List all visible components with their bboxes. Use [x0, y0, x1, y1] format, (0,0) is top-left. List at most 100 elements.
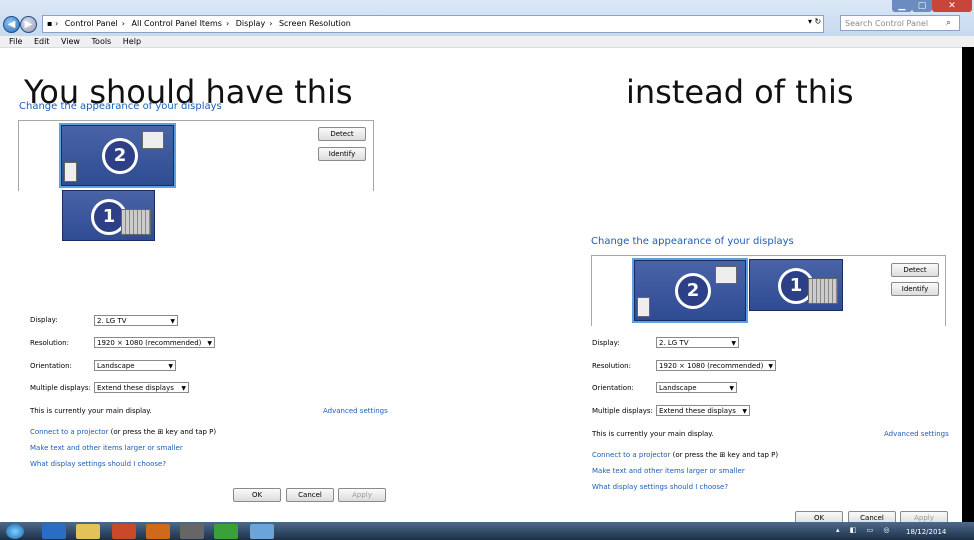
menu-file[interactable]: File [9, 37, 22, 46]
ie-icon[interactable] [42, 524, 66, 539]
detect-button[interactable]: Detect [891, 263, 939, 277]
menu-edit[interactable]: Edit [34, 37, 50, 46]
resolution-label: Resolution: [30, 339, 69, 347]
which-settings-link[interactable]: What display settings should I choose? [30, 460, 166, 468]
text-larger-link[interactable]: Make text and other items larger or smal… [592, 467, 745, 475]
windows-key-icon: ⊞ [719, 451, 726, 459]
projector-tail: (or press the [110, 428, 156, 436]
breadcrumb-display[interactable]: Display [236, 19, 266, 28]
keypad-icon [808, 278, 838, 304]
panel-heading: Change the appearance of your displays [19, 101, 222, 112]
media-player-icon[interactable] [146, 524, 170, 539]
menu-tools[interactable]: Tools [92, 37, 112, 46]
caption-right: instead of this [626, 73, 854, 111]
chevron-down-icon: ▼ [170, 318, 175, 325]
taskbar: ▴ ◧ ▭ ◎ 18/12/2014 [0, 522, 974, 540]
start-icon[interactable] [6, 524, 24, 539]
advanced-settings-link[interactable]: Advanced settings [323, 407, 388, 415]
search-icon[interactable]: ⌕ [946, 18, 951, 28]
tower-icon [637, 297, 650, 317]
monitor-2[interactable]: 2 [632, 258, 748, 323]
chevron-down-icon: ▼ [181, 385, 186, 392]
app-icon[interactable] [180, 524, 204, 539]
keypad-icon [121, 209, 151, 235]
maximize-icon[interactable]: ▢ [912, 0, 932, 12]
back-icon[interactable]: ◀ [3, 16, 20, 33]
monitor-2[interactable]: 2 [59, 123, 176, 188]
orientation-select[interactable]: Landscape ▼ [94, 360, 176, 371]
explorer-icon[interactable] [76, 524, 100, 539]
advanced-settings-link[interactable]: Advanced settings [884, 430, 949, 438]
display-select[interactable]: 2. LG TV ▼ [94, 315, 178, 326]
panel-heading: Change the appearance of your displays [591, 236, 794, 247]
windows-key-icon: ⊞ [157, 428, 164, 436]
menu-view[interactable]: View [61, 37, 80, 46]
menu-bar: File Edit View Tools Help [0, 36, 974, 48]
tower-icon [64, 162, 77, 182]
projector-row: Connect to a projector (or press the ⊞ k… [592, 451, 778, 459]
minimize-icon[interactable]: ▁ [892, 0, 912, 12]
multiple-displays-value: Extend these displays [97, 384, 174, 392]
display-select[interactable]: 2. LG TV ▼ [656, 337, 739, 348]
forward-icon[interactable]: ▶ [20, 16, 37, 33]
multiple-displays-select[interactable]: Extend these displays ▼ [656, 405, 750, 416]
address-bar[interactable]: ▪ › Control Panel › All Control Panel Ite… [42, 15, 824, 33]
display-value: 2. LG TV [659, 339, 689, 347]
resolution-select[interactable]: 1920 × 1080 (recommended) ▼ [656, 360, 776, 371]
screen-edge [962, 47, 974, 522]
identify-button[interactable]: Identify [318, 147, 366, 161]
monitor-number: 2 [102, 138, 138, 174]
projector-tail2: key and tap P) [165, 428, 217, 436]
projector-tail2: key and tap P) [727, 451, 779, 459]
main-display-text: This is currently your main display. [592, 430, 714, 438]
orientation-select[interactable]: Landscape ▼ [656, 382, 737, 393]
projector-link[interactable]: Connect to a projector [592, 451, 670, 459]
projector-tail: (or press the [672, 451, 718, 459]
search-input[interactable]: Search Control Panel [840, 15, 960, 31]
resolution-value: 1920 × 1080 (recommended) [97, 339, 202, 347]
breadcrumb-sep: › [225, 19, 230, 28]
breadcrumb-control-panel[interactable]: Control Panel [65, 19, 118, 28]
clock-date[interactable]: 18/12/2014 [906, 528, 946, 536]
breadcrumb-all-items[interactable]: All Control Panel Items [132, 19, 222, 28]
monitor-1[interactable]: 1 [62, 190, 155, 241]
app-icon[interactable] [112, 524, 136, 539]
resolution-select[interactable]: 1920 × 1080 (recommended) ▼ [94, 337, 215, 348]
apply-button[interactable]: Apply [338, 488, 386, 502]
screen-icon [715, 266, 737, 284]
control-panel-icon[interactable] [250, 524, 274, 539]
screen-icon [142, 131, 164, 149]
identify-button[interactable]: Identify [891, 282, 939, 296]
ok-button[interactable]: OK [233, 488, 281, 502]
orientation-value: Landscape [659, 384, 697, 392]
cancel-button[interactable]: Cancel [286, 488, 334, 502]
display-value: 2. LG TV [97, 317, 127, 325]
folder-icon: ▪ › [47, 19, 59, 28]
chrome-icon[interactable] [214, 524, 238, 539]
menu-help[interactable]: Help [123, 37, 141, 46]
multiple-displays-select[interactable]: Extend these displays ▼ [94, 382, 189, 393]
orientation-label: Orientation: [30, 362, 72, 370]
multiple-displays-label: Multiple displays: [30, 384, 91, 392]
chevron-down-icon: ▼ [731, 340, 736, 347]
detect-button[interactable]: Detect [318, 127, 366, 141]
main-display-text: This is currently your main display. [30, 407, 152, 415]
orientation-value: Landscape [97, 362, 135, 370]
chevron-down-icon: ▼ [742, 408, 747, 415]
projector-link[interactable]: Connect to a projector [30, 428, 108, 436]
multiple-displays-label: Multiple displays: [592, 407, 653, 415]
display-label: Display: [592, 339, 620, 347]
refresh-icon[interactable]: ▾ ↻ [808, 17, 821, 26]
close-icon[interactable]: ✕ [932, 0, 972, 12]
breadcrumb-sep: › [121, 19, 125, 28]
chevron-down-icon: ▼ [168, 363, 173, 370]
chevron-down-icon: ▼ [768, 363, 773, 370]
projector-row: Connect to a projector (or press the ⊞ k… [30, 428, 216, 436]
resolution-value: 1920 × 1080 (recommended) [659, 362, 764, 370]
monitor-1[interactable]: 1 [749, 259, 843, 311]
resolution-label: Resolution: [592, 362, 631, 370]
tray-icons[interactable]: ▴ ◧ ▭ ◎ [836, 526, 894, 534]
breadcrumb-screen-resolution[interactable]: Screen Resolution [279, 19, 351, 28]
which-settings-link[interactable]: What display settings should I choose? [592, 483, 728, 491]
text-larger-link[interactable]: Make text and other items larger or smal… [30, 444, 183, 452]
